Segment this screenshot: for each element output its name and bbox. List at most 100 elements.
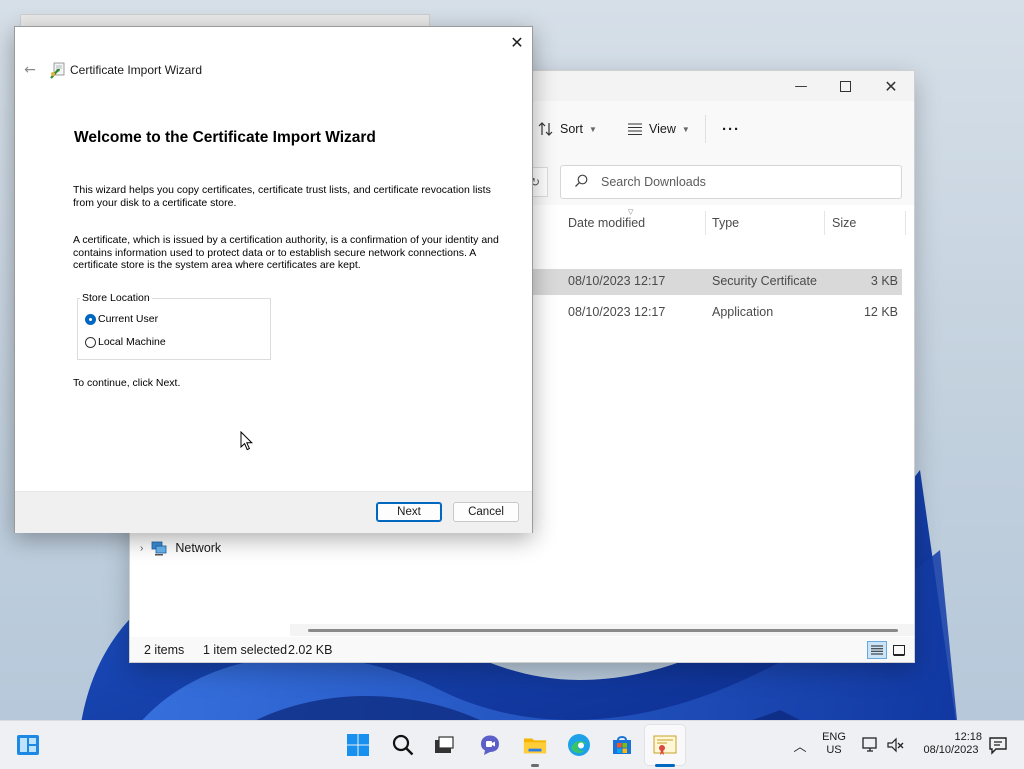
details-view-button[interactable] — [867, 641, 887, 659]
certificate-import-wizard-dialog: ✕ ← Certificate Import Wizard Welcome to… — [14, 26, 533, 533]
sort-label: Sort — [560, 122, 583, 136]
column-divider — [824, 211, 825, 235]
cell-type: Security Certificate — [712, 274, 817, 288]
column-header-type[interactable]: Type — [712, 216, 739, 230]
close-icon: ✕ — [510, 32, 524, 52]
network-icon — [151, 541, 167, 556]
cell-size: 12 KB — [863, 305, 898, 319]
cell-size: 3 KB — [870, 274, 898, 288]
sort-indicator-icon: ▽ — [628, 208, 634, 216]
tiles-view-icon — [893, 644, 905, 656]
wizard-close-button[interactable]: ✕ — [503, 31, 531, 53]
keyboard-layout: US — [826, 744, 842, 756]
edge-icon — [568, 734, 590, 756]
cancel-button[interactable]: Cancel — [453, 502, 519, 522]
more-options-button[interactable]: ··· — [722, 119, 740, 139]
search-button[interactable] — [391, 733, 415, 757]
input-language-indicator[interactable]: ENG US — [818, 731, 850, 756]
column-header-size[interactable]: Size — [832, 216, 856, 230]
taskbar: ︿ ENG US 12:18 08/10/2023 — [0, 720, 1024, 769]
view-button[interactable]: View ▼ — [627, 119, 690, 139]
folder-icon — [523, 738, 547, 754]
back-arrow-icon: ← — [24, 62, 36, 78]
wizard-footer: Next Cancel — [15, 491, 532, 533]
nav-item-network[interactable]: › Network — [140, 538, 221, 558]
store-location-group — [77, 298, 271, 360]
large-icons-view-button[interactable] — [889, 641, 909, 659]
details-view-icon — [871, 645, 883, 655]
status-selected: 1 item selected — [203, 643, 288, 657]
running-indicator — [531, 764, 539, 767]
microsoft-store-button[interactable] — [610, 733, 634, 757]
wizard-description-text: A certificate, which is issued by a cert… — [73, 234, 499, 272]
chevron-down-icon: ▼ — [588, 124, 597, 134]
cell-date: 08/10/2023 12:17 — [568, 274, 666, 288]
notification-icon — [989, 737, 1007, 755]
chevron-down-icon: ▼ — [681, 124, 690, 134]
language-code: ENG — [822, 731, 846, 743]
radio-current-user[interactable]: Current User — [85, 313, 158, 325]
cell-date: 08/10/2023 12:17 — [568, 305, 666, 319]
start-button[interactable] — [346, 733, 370, 757]
volume-tray-button[interactable] — [884, 733, 908, 757]
active-indicator — [655, 764, 675, 767]
teams-chat-button[interactable] — [478, 733, 502, 757]
radio-label: Local Machine — [98, 336, 166, 348]
horizontal-scrollbar[interactable] — [290, 624, 914, 636]
widgets-button[interactable] — [16, 733, 40, 757]
more-options-icon: ··· — [722, 120, 740, 138]
chat-icon — [481, 735, 499, 755]
search-placeholder: Search Downloads — [601, 175, 706, 189]
column-header-date-modified[interactable]: Date modified — [568, 216, 645, 230]
minimize-button[interactable]: — — [778, 71, 824, 101]
cell-type: Application — [712, 305, 774, 319]
continue-instruction: To continue, click Next. — [73, 377, 181, 389]
sort-button[interactable]: Sort ▼ — [538, 119, 597, 139]
clock[interactable]: 12:18 08/10/2023 — [916, 731, 986, 756]
radio-checked-icon[interactable] — [85, 313, 96, 325]
column-divider — [905, 211, 906, 235]
maximize-icon — [839, 80, 851, 92]
wizard-intro-text: This wizard helps you copy certificates,… — [73, 184, 491, 209]
network-monitor-icon — [862, 737, 877, 752]
clock-time: 12:18 — [954, 731, 982, 743]
next-button[interactable]: Next — [376, 502, 442, 522]
radio-local-machine[interactable]: Local Machine — [85, 336, 166, 348]
edge-button[interactable] — [567, 733, 591, 757]
store-icon — [613, 736, 631, 754]
status-bar: 2 items 1 item selected 2.02 KB — [130, 637, 914, 662]
wizard-back-button[interactable]: ← — [21, 61, 39, 79]
chevron-up-icon: ︿ — [793, 739, 807, 755]
certificate-wizard-icon — [50, 62, 65, 79]
task-view-icon — [435, 736, 454, 753]
show-hidden-icons-button[interactable]: ︿ — [788, 733, 812, 757]
search-icon — [575, 174, 588, 187]
mouse-cursor-icon — [240, 431, 254, 451]
file-explorer-taskbar-button[interactable] — [523, 733, 547, 757]
network-tray-button[interactable] — [859, 733, 883, 757]
view-icon — [628, 123, 642, 136]
wizard-title: Certificate Import Wizard — [70, 63, 203, 77]
widgets-icon — [17, 735, 39, 755]
notifications-button[interactable] — [986, 733, 1010, 757]
task-view-button[interactable] — [432, 733, 456, 757]
minimize-icon: — — [794, 78, 808, 94]
wizard-heading: Welcome to the Certificate Import Wizard — [74, 129, 376, 146]
clock-date: 08/10/2023 — [923, 744, 979, 756]
status-item-count: 2 items — [144, 643, 185, 657]
nav-item-label: Network — [175, 541, 222, 555]
scrollbar-thumb[interactable] — [308, 629, 898, 632]
certificate-icon — [653, 735, 677, 755]
maximize-button[interactable] — [822, 71, 868, 101]
chevron-right-icon: › — [140, 542, 144, 554]
close-button[interactable]: ✕ — [868, 71, 914, 101]
column-divider — [705, 211, 706, 235]
search-icon — [392, 734, 414, 756]
status-size: 2.02 KB — [288, 643, 333, 657]
volume-muted-icon — [887, 737, 904, 753]
command-separator — [705, 115, 706, 143]
close-icon: ✕ — [884, 76, 898, 96]
view-label: View — [649, 122, 676, 136]
search-box[interactable]: Search Downloads — [560, 165, 902, 199]
radio-unchecked-icon[interactable] — [85, 336, 96, 348]
